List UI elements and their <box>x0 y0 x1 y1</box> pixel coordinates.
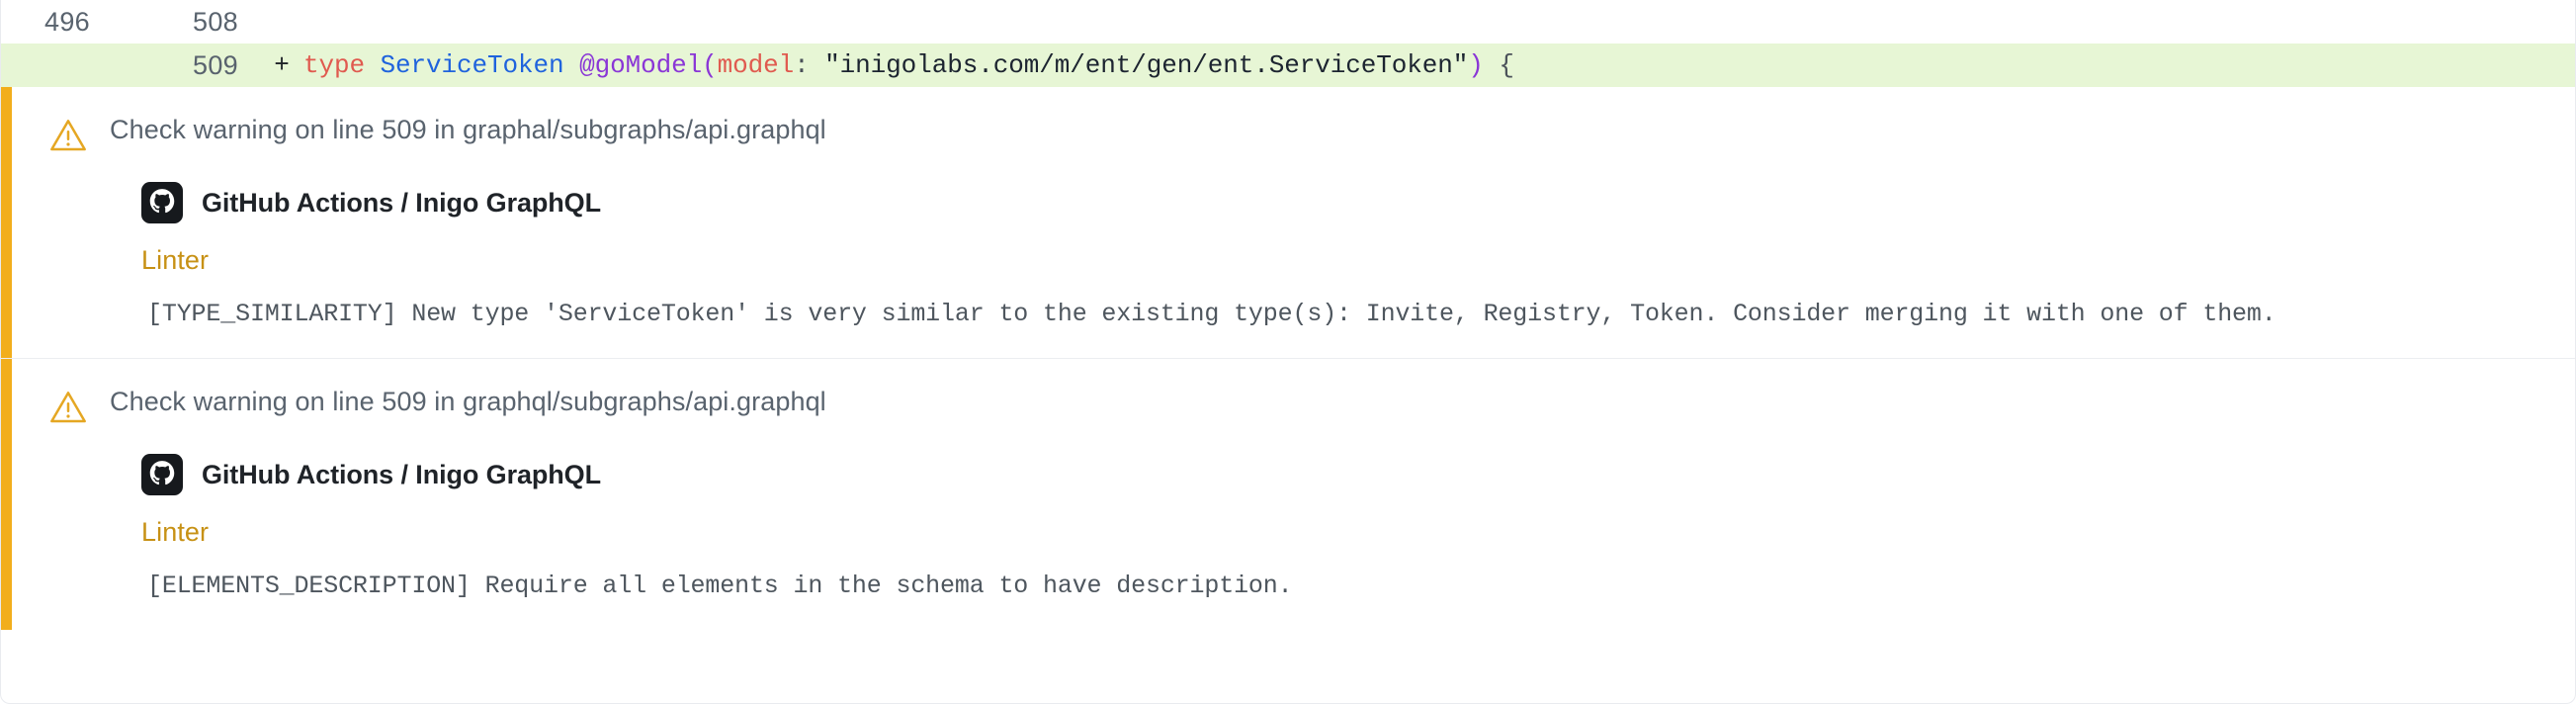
code-token-arg-name: model <box>717 50 795 80</box>
warning-triangle-icon <box>48 116 88 160</box>
check-annotation: Check warning on line 509 in graphql/sub… <box>1 358 2575 630</box>
diff-row-added[interactable]: 509 + type ServiceToken @goModel(model: … <box>1 44 2575 87</box>
diff-new-line-number[interactable]: 509 <box>112 50 260 81</box>
diff-new-line-number[interactable]: 508 <box>112 7 260 38</box>
annotation-app[interactable]: GitHub Actions / Inigo GraphQL <box>1 182 2575 223</box>
code-token-directive: @goModel <box>579 50 703 80</box>
diff-code-content: type ServiceToken @goModel(model: "inigo… <box>303 50 2575 80</box>
code-token-brace-open: { <box>1499 50 1514 80</box>
diff-marker: + <box>274 50 290 80</box>
check-annotations-list: Check warning on line 509 in graphal/sub… <box>1 87 2575 630</box>
annotation-tool-label[interactable]: Linter <box>1 245 2575 276</box>
code-token-string: "inigolabs.com/m/ent/gen/ent.ServiceToke… <box>824 50 1469 80</box>
annotation-headline: Check warning on line 509 in graphql/sub… <box>110 387 826 416</box>
annotation-app-name: GitHub Actions / Inigo GraphQL <box>202 187 601 218</box>
warning-triangle-icon <box>48 388 88 432</box>
code-token-paren-open: ( <box>702 50 718 80</box>
warning-accent-bar <box>1 359 12 630</box>
annotation-tool-label[interactable]: Linter <box>1 517 2575 548</box>
code-token-paren-close: ) <box>1468 50 1484 80</box>
annotation-header: Check warning on line 509 in graphql/sub… <box>1 385 2575 432</box>
code-token-type-name: ServiceToken <box>380 50 564 80</box>
check-annotation: Check warning on line 509 in graphal/sub… <box>1 87 2575 358</box>
annotation-app-name: GitHub Actions / Inigo GraphQL <box>202 459 601 489</box>
annotation-message: [TYPE_SIMILARITY] New type 'ServiceToken… <box>147 300 2276 328</box>
annotation-message: [ELEMENTS_DESCRIPTION] Require all eleme… <box>147 572 1293 600</box>
code-token-keyword: type <box>303 50 366 80</box>
warning-accent-bar <box>1 87 12 358</box>
diff-row-context[interactable]: 496 508 <box>1 0 2575 44</box>
github-octocat-icon <box>141 454 183 495</box>
annotation-app[interactable]: GitHub Actions / Inigo GraphQL <box>1 454 2575 495</box>
code-token-colon: : <box>794 50 810 80</box>
pull-request-diff-panel: 496 508 509 + type ServiceToken @goModel… <box>0 0 2576 704</box>
annotation-header: Check warning on line 509 in graphal/sub… <box>1 113 2575 160</box>
annotation-headline: Check warning on line 509 in graphal/sub… <box>110 115 826 144</box>
github-octocat-icon <box>141 182 183 223</box>
diff-old-line-number[interactable]: 496 <box>1 7 112 38</box>
